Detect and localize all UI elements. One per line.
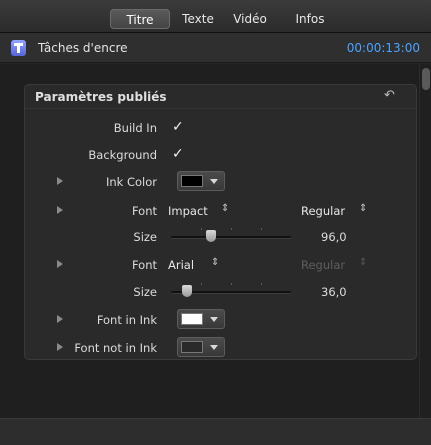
updown-arrows-icon[interactable]: ⇕ (211, 257, 219, 268)
scroll-thumb[interactable] (422, 68, 430, 90)
disclosure-triangle-icon[interactable] (57, 315, 63, 323)
tab-video[interactable]: Vidéo (226, 9, 274, 29)
scrollbar[interactable] (419, 64, 431, 418)
param-label: Ink Color (105, 175, 157, 189)
slider-thumb[interactable] (181, 285, 192, 297)
size-value[interactable]: 96,0 (321, 230, 347, 244)
font-style-select[interactable]: Regular (301, 204, 345, 218)
dropdown-arrow-icon[interactable] (210, 317, 218, 322)
slider-tick (231, 228, 232, 230)
background-checkbox[interactable]: ✓ (172, 146, 184, 162)
size-value[interactable]: 36,0 (321, 285, 347, 299)
inspector-body: Paramètres publiés ↶ Build In ✓ Backgrou… (0, 64, 431, 418)
updown-arrows-icon: ⇕ (359, 257, 368, 268)
published-params-panel: Paramètres publiés ↶ Build In ✓ Backgrou… (24, 84, 417, 360)
font-family-select[interactable]: Impact (168, 204, 208, 218)
param-font-1: Font Impact ⇕ Regular ⇕ (25, 200, 416, 222)
slider-tick (201, 228, 202, 230)
panel-header: Paramètres publiés ↶ (25, 85, 416, 109)
slider-tick (201, 283, 202, 285)
color-swatch (181, 175, 203, 187)
tab-infos[interactable]: Infos (288, 9, 332, 29)
tab-titre[interactable]: Titre (110, 9, 170, 29)
disclosure-triangle-icon[interactable] (57, 177, 63, 185)
disclosure-triangle-icon[interactable] (57, 343, 63, 351)
size-slider[interactable] (171, 228, 291, 242)
font-not-in-ink-color-well[interactable] (177, 337, 225, 357)
font-family-select[interactable]: Arial (168, 258, 194, 272)
title-icon (11, 40, 26, 56)
param-label: Size (133, 230, 157, 244)
color-swatch (181, 313, 203, 325)
param-background: Background ✓ (25, 144, 416, 166)
param-build-in: Build In ✓ (25, 117, 416, 139)
param-label: Background (88, 148, 157, 162)
slider-tick (261, 283, 262, 285)
updown-arrows-icon[interactable]: ⇕ (359, 203, 367, 214)
clip-title: Tâches d'encre (38, 41, 128, 55)
dropdown-arrow-icon[interactable] (210, 179, 218, 184)
reset-arrow-icon[interactable]: ↶ (384, 89, 398, 103)
tab-texte[interactable]: Texte (174, 9, 222, 29)
param-label: Font not in Ink (74, 341, 157, 355)
slider-tick (231, 283, 232, 285)
param-font-in-ink: Font in Ink (25, 309, 416, 331)
panel-title: Paramètres publiés (35, 90, 167, 104)
param-size-2: Size 36,0 (25, 281, 416, 303)
disclosure-triangle-icon[interactable] (57, 260, 63, 268)
param-label: Font (131, 258, 157, 272)
font-in-ink-color-well[interactable] (177, 309, 225, 329)
disclosure-triangle-icon[interactable] (57, 206, 63, 214)
build-in-checkbox[interactable]: ✓ (172, 119, 184, 135)
ink-color-well[interactable] (177, 171, 225, 191)
param-size-1: Size 96,0 (25, 226, 416, 248)
tab-bar: Titre Texte Vidéo Infos (0, 0, 431, 33)
color-swatch (181, 341, 203, 353)
inspector-header: Tâches d'encre 00:00:13:00 (0, 33, 431, 63)
param-ink-color: Ink Color (25, 171, 416, 193)
updown-arrows-icon[interactable]: ⇕ (221, 203, 229, 214)
param-font-2: Font Arial ⇕ Regular ⇕ (25, 254, 416, 276)
size-slider[interactable] (171, 283, 291, 297)
dropdown-arrow-icon[interactable] (210, 345, 218, 350)
slider-thumb[interactable] (205, 230, 216, 242)
param-label: Build In (113, 121, 157, 135)
param-font-not-in-ink: Font not in Ink (25, 337, 416, 359)
param-label: Font (131, 204, 157, 218)
slider-tick (261, 228, 262, 230)
param-label: Font in Ink (96, 313, 157, 327)
font-style-select: Regular (301, 258, 346, 272)
inspector-footer (0, 418, 431, 445)
timecode: 00:00:13:00 (346, 41, 420, 55)
param-label: Size (133, 285, 157, 299)
